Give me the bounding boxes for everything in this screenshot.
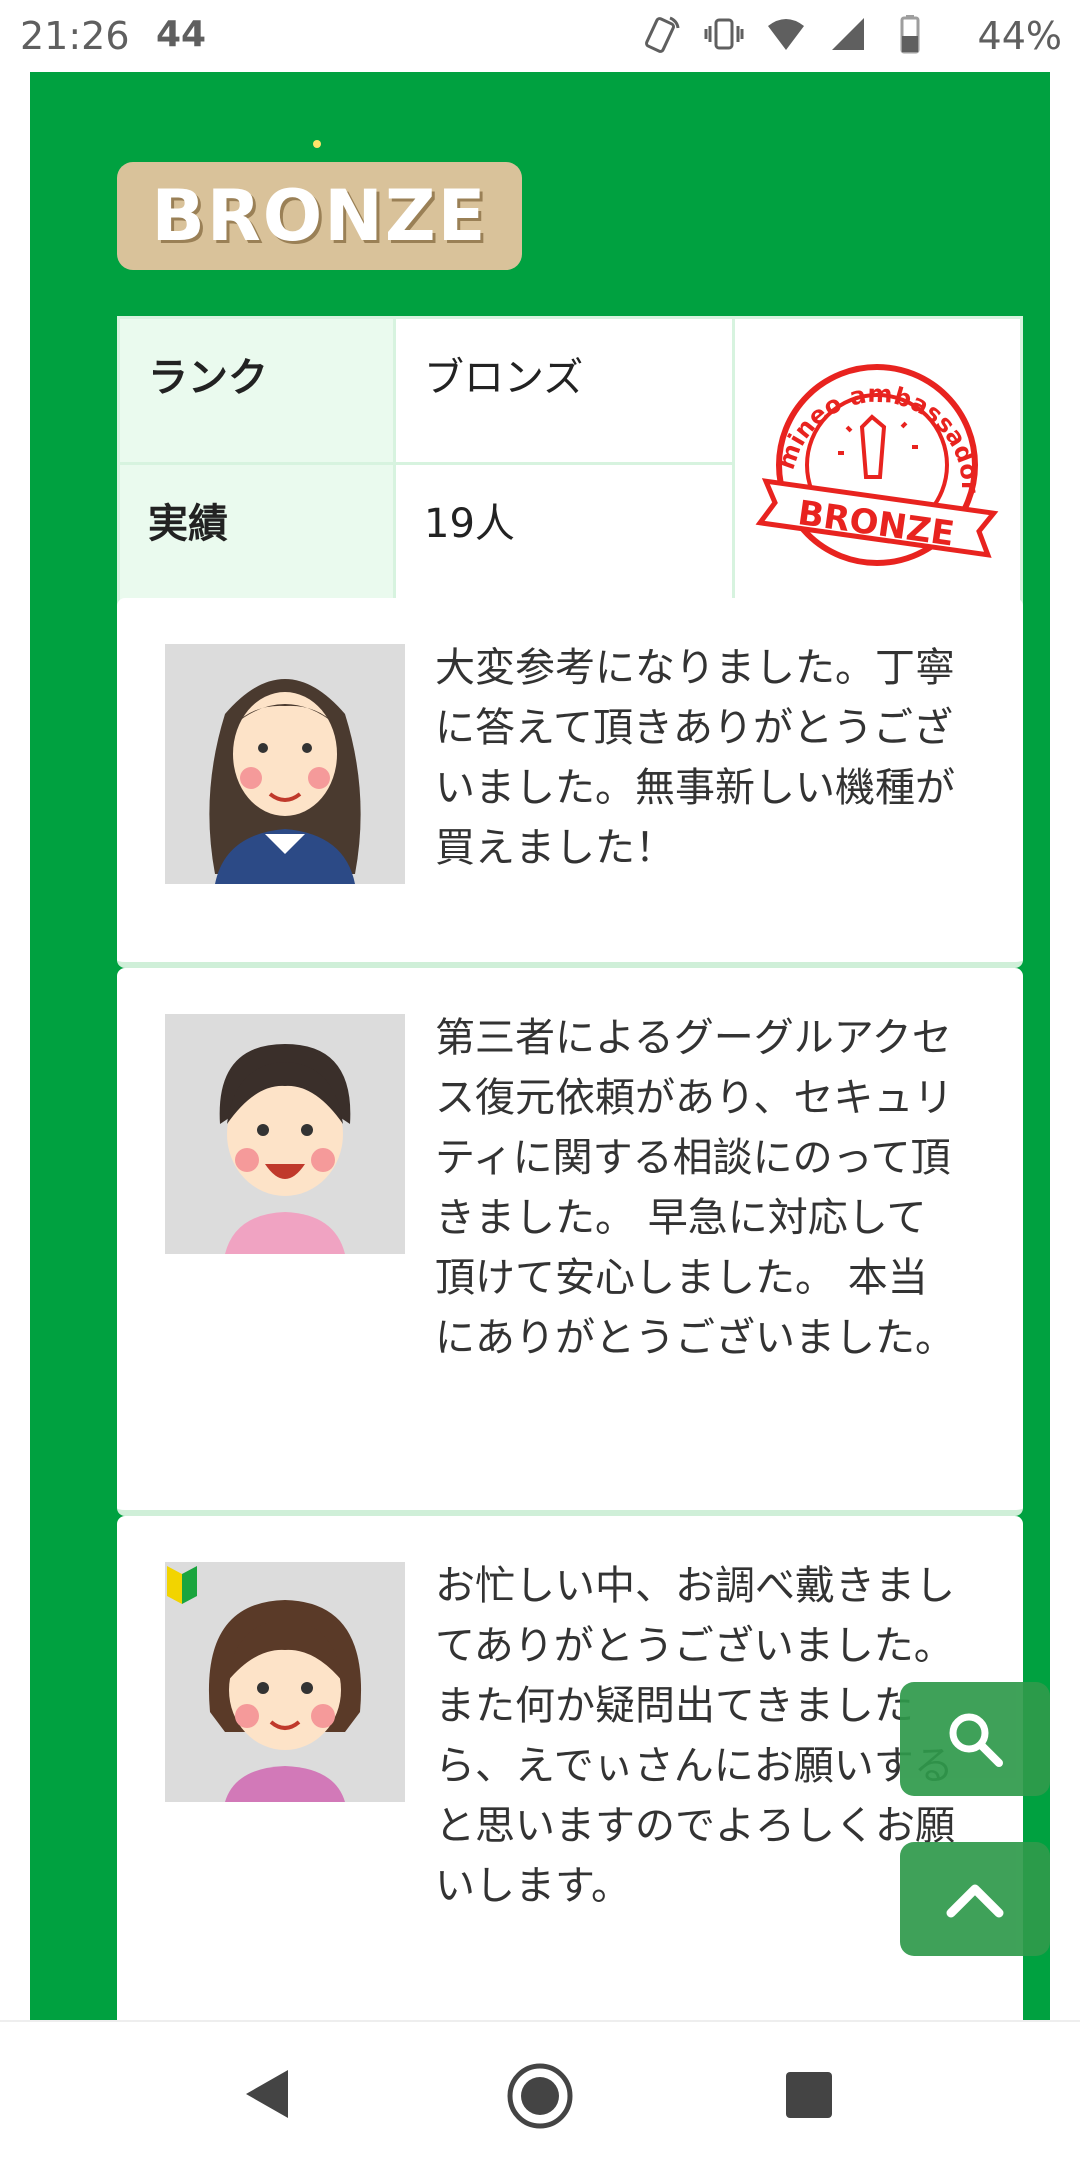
battery-percent: 44% <box>977 14 1062 58</box>
avatar <box>165 644 405 884</box>
nfc-icon <box>644 16 680 53</box>
rank-value-cell: ブロンズ <box>396 319 732 462</box>
home-icon[interactable] <box>506 2062 574 2130</box>
status-icons <box>642 14 930 54</box>
rank-value: ブロンズ <box>424 355 584 401</box>
results-value: 19人 <box>424 501 515 547</box>
woman-bob-hair-avatar-icon <box>208 1600 362 1802</box>
avatar <box>165 1014 405 1254</box>
wifi-icon <box>768 19 804 50</box>
results-header-cell: 実績 <box>120 465 393 605</box>
battery-icon <box>900 15 920 54</box>
recents-icon[interactable] <box>786 2072 832 2118</box>
rank-header-cell: ランク <box>120 319 393 462</box>
scroll-top-button[interactable] <box>900 1842 1050 1956</box>
beginner-leaf-icon <box>167 1566 197 1604</box>
rank-header: ランク <box>148 355 268 401</box>
woman-short-hair-avatar-icon <box>219 1044 351 1254</box>
review-text: 第三者によるグーグルアクセス復元依頼があり、セキュリティに関する相談にのって頂き… <box>435 1015 955 1361</box>
ambassador-stamp-icon: mineo ambassador BRONZE <box>755 364 999 566</box>
status-bar: 21:26 44 44% <box>0 0 1080 72</box>
review-text: 大変参考になりました。丁寧に答えて頂きありがとうございました。無事新しい機種が買… <box>435 645 955 871</box>
review-card: お忙しい中、お調べ戴きましてありがとうございました。 また何か疑問出てきましたら… <box>117 1516 1023 2064</box>
rank-badge: BRONZE <box>117 140 522 270</box>
search-button[interactable] <box>900 1682 1050 1796</box>
ambassador-panel: BRONZE ランク ブロンズ 実績 19人 mineo ambassador … <box>30 72 1050 2064</box>
status-time: 21:26 <box>20 14 130 58</box>
review-text: お忙しい中、お調べ戴きましてありがとうございました。 また何か疑問出てきましたら… <box>435 1563 955 1909</box>
signal-icon <box>832 18 864 50</box>
bronze-stamp: mineo ambassador BRONZE <box>732 319 1022 605</box>
notification-count: 44 <box>156 14 207 55</box>
woman-long-hair-avatar-icon <box>209 679 361 884</box>
avatar <box>165 1562 405 1802</box>
review-card: 第三者によるグーグルアクセス復元依頼があり、セキュリティに関する相談にのって頂き… <box>117 968 1023 1516</box>
system-nav-bar <box>0 2020 1080 2162</box>
review-card: 大変参考になりました。丁寧に答えて頂きありがとうございました。無事新しい機種が買… <box>117 598 1023 968</box>
rank-table: ランク ブロンズ 実績 19人 mineo ambassador BRONZE <box>117 316 1023 608</box>
chevron-up-icon <box>946 1884 1004 1918</box>
results-value-cell: 19人 <box>396 465 732 605</box>
vibrate-icon <box>704 18 744 50</box>
search-icon <box>949 1713 1003 1767</box>
back-icon[interactable] <box>244 2068 290 2120</box>
results-header: 実績 <box>148 501 228 547</box>
